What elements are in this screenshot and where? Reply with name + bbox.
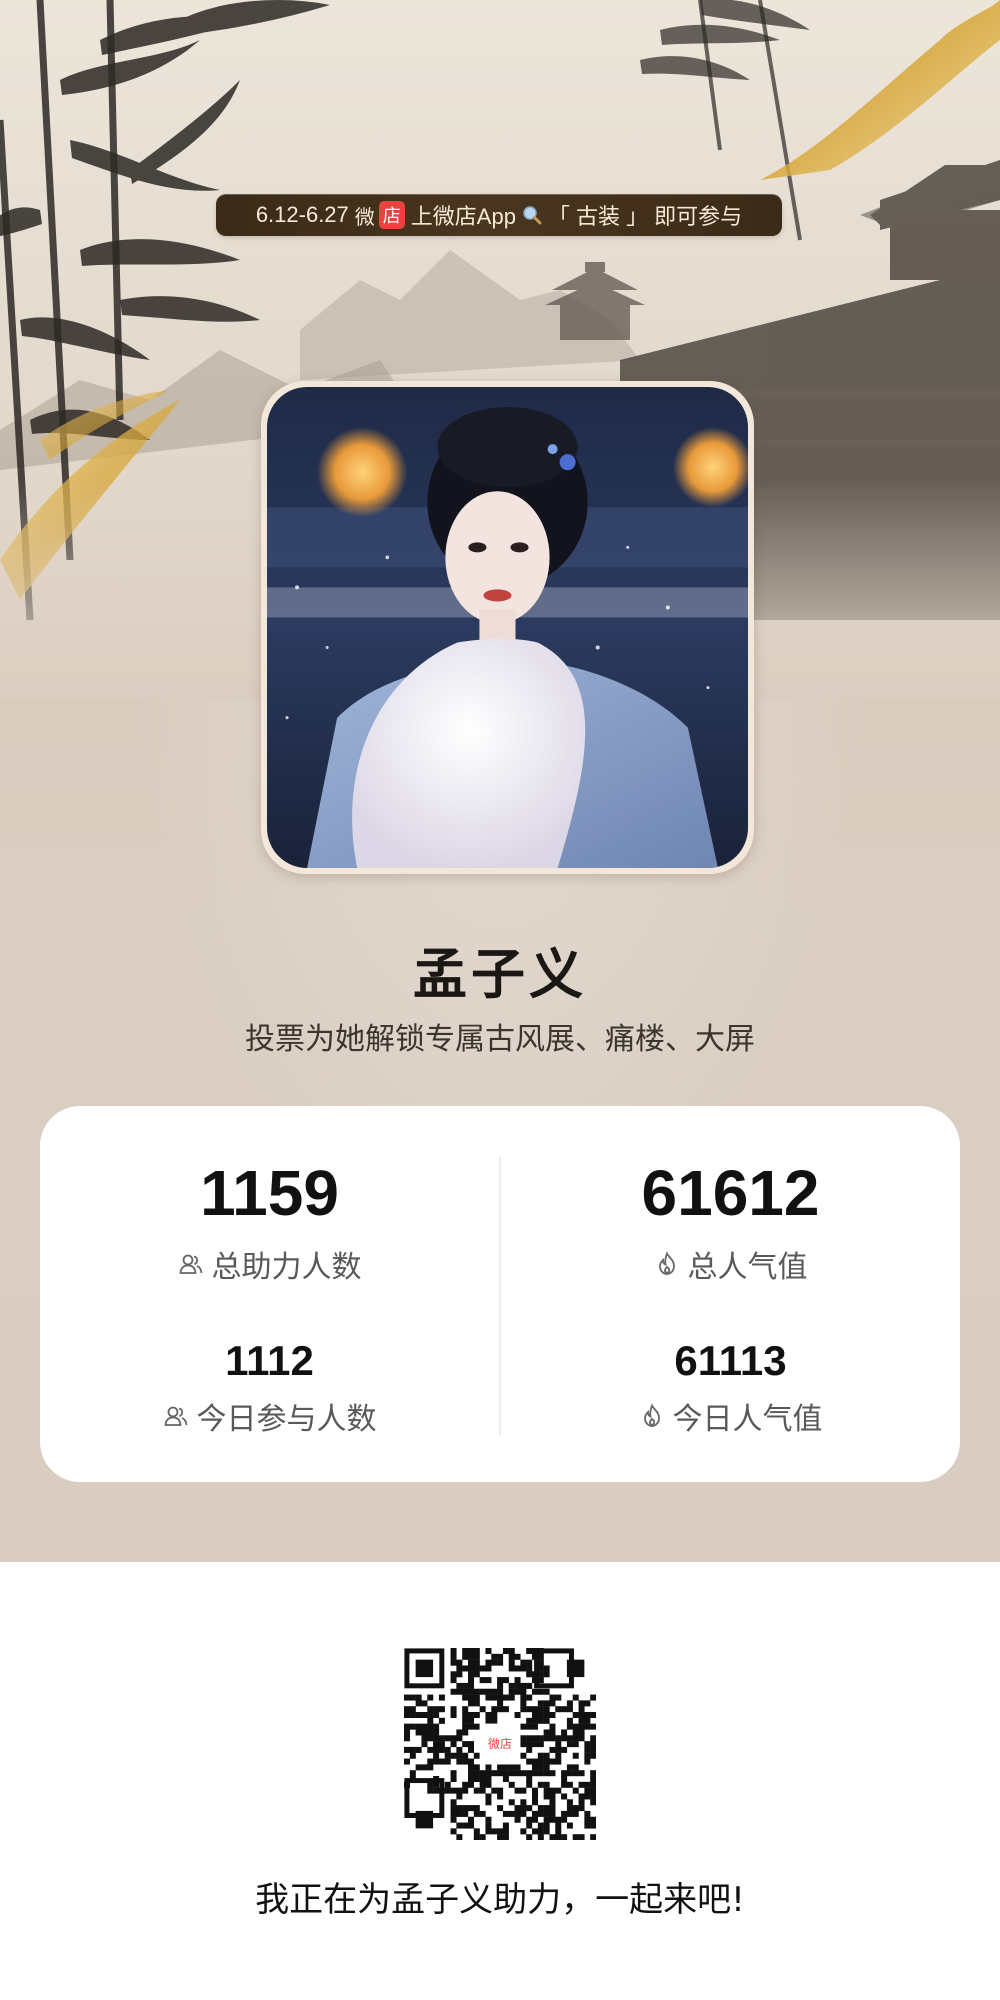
today-participants-value: 1112 [225,1337,314,1384]
promo-keyword: 「 古装 」 [547,204,649,229]
total-supporters-label: 总助力人数 [211,1250,362,1285]
today-participants-label-row: 今日参与人数 [40,1394,499,1438]
users-icon [164,1406,187,1426]
users-icon [179,1254,202,1274]
stat-total-supporters: 1159 总助力人数 [40,1158,499,1286]
today-participants-label: 今日参与人数 [196,1402,377,1437]
search-icon [523,206,542,225]
portrait-illustration [267,387,748,868]
poster: 6.12-6.27 微店 上微店App 「 古装 」 即可参与 孟子义 投票为她… [0,0,1000,1562]
celebrity-name: 孟子义 [413,943,587,1006]
weidian-brand-left: 微 [354,206,375,229]
total-popularity-label-row: 总人气值 [501,1242,960,1286]
flame-icon [658,1251,675,1275]
promo-banner[interactable]: 6.12-6.27 微店 上微店App 「 古装 」 即可参与 [216,194,782,236]
today-popularity-label: 今日人气值 [672,1402,823,1437]
portrait-photo [267,387,748,868]
total-popularity-value: 61612 [641,1157,820,1229]
total-supporters-label-row: 总助力人数 [40,1242,499,1286]
stats-card: 1159 总助力人数 61612 总人气值 1112 今日参与人数 61113 … [40,1106,960,1482]
stat-today-participants: 1112 今日参与人数 [40,1338,499,1438]
qr-code[interactable]: 微店 [404,1648,596,1840]
total-supporters-value: 1159 [200,1157,339,1229]
qr-center-logo: 微店 [488,1737,512,1751]
weidian-badge: 店 [378,201,405,229]
promo-text-before: 上微店App [410,204,516,229]
stat-total-popularity: 61612 总人气值 [501,1158,960,1286]
promo-dates: 6.12-6.27 [255,202,349,227]
total-popularity-label: 总人气值 [687,1250,808,1285]
today-popularity-label-row: 今日人气值 [501,1394,960,1438]
flame-icon [643,1403,660,1427]
promo-text-after: 即可参与 [654,204,743,229]
stat-today-popularity: 61113 今日人气值 [501,1338,960,1438]
share-cta-text: 我正在为孟子义助力，一起来吧! [255,1880,745,1920]
vote-subtitle: 投票为她解锁专属古风展、痛楼、大屏 [245,1022,755,1057]
portrait-frame [261,381,754,874]
share-footer: 微店 我正在为孟子义助力，一起来吧! [0,1562,1000,2000]
today-popularity-value: 61113 [674,1337,787,1384]
